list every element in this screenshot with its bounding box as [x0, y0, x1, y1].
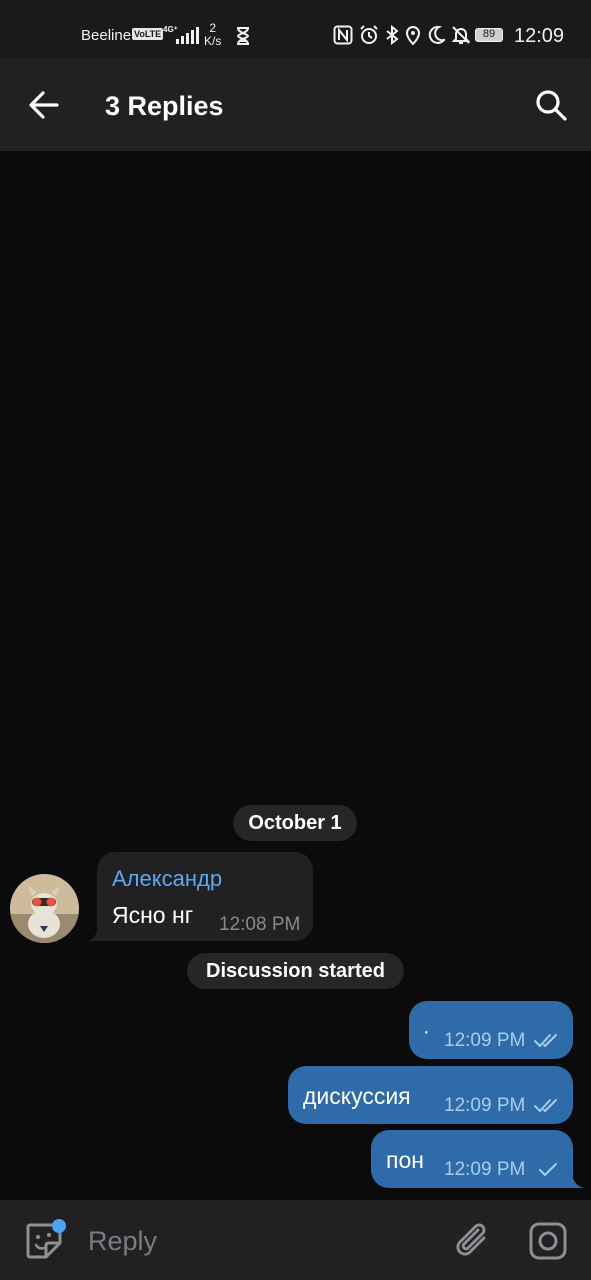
paperclip-icon[interactable]	[454, 1220, 492, 1260]
message-text: Ясно нг	[112, 902, 194, 928]
network-speed: 2 K/s	[204, 22, 221, 48]
check-icon	[539, 1163, 557, 1176]
location-icon	[405, 26, 421, 45]
moon-icon	[428, 25, 445, 44]
sticker-badge	[52, 1219, 66, 1233]
message-text: ·	[423, 1021, 430, 1043]
camera-icon[interactable]	[528, 1221, 568, 1261]
double-check-icon	[534, 1034, 557, 1047]
page-title: 3 Replies	[105, 91, 224, 121]
incoming-message[interactable]: Александр Ясно нг 12:08 PM	[97, 852, 313, 941]
signal-icon	[176, 27, 199, 44]
system-message: Discussion started	[187, 953, 404, 989]
outgoing-message[interactable]: пон 12:09 PM	[371, 1130, 573, 1188]
double-check-icon	[534, 1099, 557, 1112]
message-time: 12:08 PM	[219, 914, 301, 935]
reply-input[interactable]	[86, 1218, 430, 1264]
hourglass-icon	[236, 27, 250, 45]
date-separator: October 1	[233, 805, 357, 841]
search-icon[interactable]	[534, 88, 568, 122]
message-composer	[0, 1200, 591, 1280]
nfc-icon	[333, 25, 353, 45]
avatar[interactable]	[10, 874, 79, 943]
back-arrow-icon[interactable]	[28, 90, 60, 120]
avatar-image	[10, 874, 79, 943]
header: 3 Replies	[0, 58, 591, 151]
message-time: 12:09 PM	[444, 1159, 526, 1180]
bluetooth-icon	[386, 25, 399, 45]
message-time: 12:09 PM	[444, 1030, 526, 1051]
outgoing-message[interactable]: · 12:09 PM	[409, 1001, 573, 1059]
carrier-name: Beeline	[81, 27, 132, 44]
volte-badge: VoLTE	[132, 28, 164, 40]
mute-bell-icon	[451, 26, 471, 44]
message-text: пон	[386, 1147, 424, 1173]
battery-icon: 89	[475, 28, 503, 42]
speed-unit: K/s	[204, 34, 222, 48]
alarm-icon	[360, 25, 378, 44]
sender-name[interactable]: Александр	[112, 866, 222, 892]
message-text: дискуссия	[303, 1083, 411, 1109]
message-time: 12:09 PM	[444, 1095, 526, 1116]
outgoing-message[interactable]: дискуссия 12:09 PM	[288, 1066, 573, 1124]
status-bar: Beeline VoLTE 4G⁺ 2 K/s 89 12:09	[0, 0, 591, 58]
clock: 12:09	[514, 25, 565, 47]
